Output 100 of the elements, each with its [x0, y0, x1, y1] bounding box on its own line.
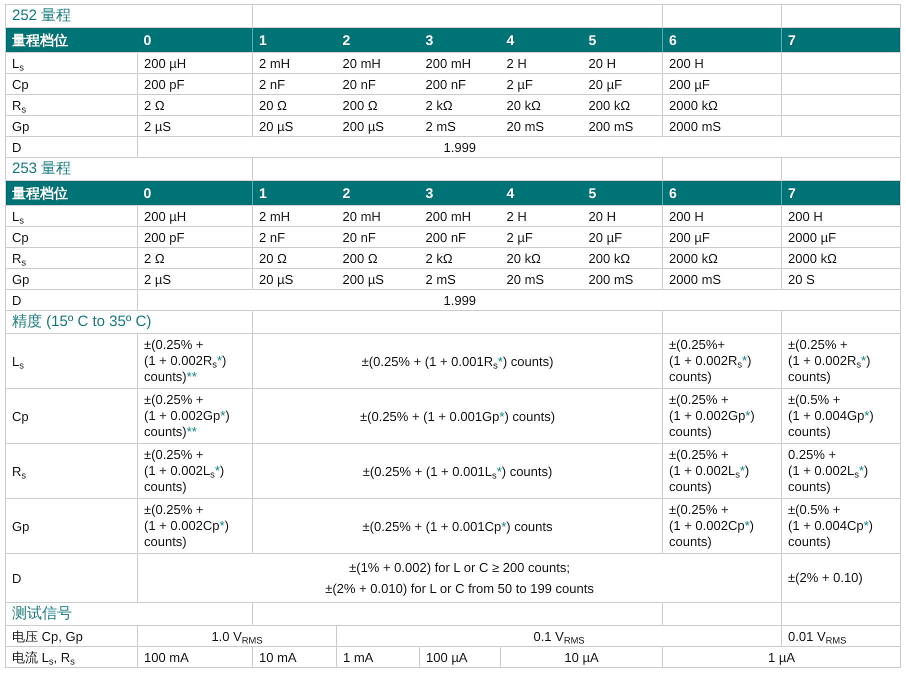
- table-cell: 10 µA: [500, 646, 663, 668]
- column-header: 3: [420, 28, 501, 52]
- table-cell: 1.999: [138, 136, 782, 158]
- table-cell: 0.01 V$_{RMS}$: [782, 626, 901, 646]
- table-cell: ±(0.25% + (1 + 0.002L$_{s}$*) counts): [138, 444, 253, 498]
- row-header: Gp: [6, 268, 138, 290]
- row-header: Gp: [6, 116, 138, 136]
- table-cell: 200 pF: [138, 74, 253, 94]
- table-cell: 0.1 V$_{RMS}$: [336, 626, 782, 646]
- table-cell: 2000 kΩ: [662, 248, 782, 268]
- table-cell: ±(0.25% + (1 + 0.001L$_{s}$*) counts): [252, 444, 663, 498]
- section-title: 测试信号: [6, 602, 253, 626]
- table-cell: 10 mA: [252, 646, 337, 668]
- table-cell: 1 µA: [662, 646, 901, 668]
- table-cell: 2 mH: [252, 52, 337, 74]
- table-cell: 2 mH: [252, 206, 337, 226]
- table-cell: 200 mH: [420, 206, 501, 226]
- table-cell: 2000 µF: [782, 226, 901, 248]
- table-cell: 20 mS: [500, 268, 583, 290]
- table-cell: 2 µS: [138, 116, 253, 136]
- table-cell: 20 mH: [336, 52, 420, 74]
- column-header: 6: [662, 180, 782, 206]
- table-cell: ±(0.25% + (1 + 0.002Cp*) counts): [662, 498, 782, 554]
- table-cell: ±(0.25% + (1 + 0.002Gp*) counts)**: [138, 388, 253, 444]
- table-cell: 200 mS: [582, 268, 663, 290]
- column-header: 7: [782, 180, 901, 206]
- row-header: Cp: [6, 226, 138, 248]
- table-cell: 20 mS: [500, 116, 583, 136]
- table-cell: 20 S: [782, 268, 901, 290]
- column-header: 4: [500, 28, 583, 52]
- table-cell: 20 mH: [336, 206, 420, 226]
- table-cell: 2 µF: [500, 74, 583, 94]
- column-header: 量程档位: [6, 180, 138, 206]
- column-header: 5: [582, 180, 663, 206]
- table-cell: 1.999: [138, 290, 782, 310]
- table-cell: 1.0 V$_{RMS}$: [138, 626, 337, 646]
- table-cell: 20 Ω: [252, 94, 337, 116]
- table-cell: 20 nF: [336, 74, 420, 94]
- table-cell: ±(0.25%+ (1 + 0.002R$_{s}$*) counts): [662, 334, 782, 388]
- table-cell: 2 µF: [500, 226, 583, 248]
- table-cell: 20 Ω: [252, 248, 337, 268]
- table-cell: ±(0.5% + (1 + 0.004Cp*) counts): [782, 498, 901, 554]
- table-cell: 20 µS: [252, 116, 337, 136]
- table-cell: 2 mS: [420, 116, 501, 136]
- column-header: 0: [138, 180, 253, 206]
- table-cell: ±(0.25% + (1 + 0.001Gp*) counts): [252, 388, 663, 444]
- row-header: 电流 L$_{s}$, R$_{s}$: [6, 646, 138, 668]
- column-header: 3: [420, 180, 501, 206]
- row-header: D: [6, 136, 138, 158]
- table-cell: 200 nF: [420, 74, 501, 94]
- table-cell: 200 µH: [138, 52, 253, 74]
- table-cell: ±(0.25% + (1 + 0.002Gp*) counts): [662, 388, 782, 444]
- row-header: R$_{s}$: [6, 444, 138, 498]
- table-cell: ±(1% + 0.002) for L or C ≥ 200 counts; ±(2% + 0.010) for L or C from 50 to 199 counts: [138, 554, 782, 602]
- table-cell: 100 mA: [138, 646, 253, 668]
- table-cell: 200 H: [662, 206, 782, 226]
- row-header: Cp: [6, 388, 138, 444]
- column-header: 0: [138, 28, 253, 52]
- table-cell: 20 µS: [252, 268, 337, 290]
- table-cell: 2000 mS: [662, 268, 782, 290]
- column-header: 2: [336, 180, 420, 206]
- column-header: 5: [582, 28, 663, 52]
- row-header: D: [6, 290, 138, 310]
- row-header: L$_{s}$: [6, 334, 138, 388]
- column-header: 1: [252, 180, 337, 206]
- table-cell: 20 µF: [582, 74, 663, 94]
- table-cell: 2 nF: [252, 226, 337, 248]
- column-header: 7: [782, 28, 901, 52]
- table-cell: 2 Ω: [138, 248, 253, 268]
- row-header: Cp: [6, 74, 138, 94]
- table-cell: 2 kΩ: [420, 94, 501, 116]
- row-header: Gp: [6, 498, 138, 554]
- table-cell: 200 H: [782, 206, 901, 226]
- table-cell: 20 µF: [582, 226, 663, 248]
- table-cell: 200 mS: [582, 116, 663, 136]
- table-cell: 200 Ω: [336, 248, 420, 268]
- table-cell: 0.25% + (1 + 0.002L$_{s}$*) counts): [782, 444, 901, 498]
- table-cell: 200 Ω: [336, 94, 420, 116]
- column-header: 6: [662, 28, 782, 52]
- row-header: R$_{s}$: [6, 248, 138, 268]
- table-cell: ±(0.25% + (1 + 0.001Cp*) counts: [252, 498, 663, 554]
- table-cell: 2 µS: [138, 268, 253, 290]
- table-cell: ±(0.25% + (1 + 0.002Cp*) counts): [138, 498, 253, 554]
- section-title: 精度 (15º C to 35º C): [6, 310, 253, 334]
- table-cell: 2 nF: [252, 74, 337, 94]
- table-cell: 20 kΩ: [500, 248, 583, 268]
- table-cell: 2 mS: [420, 268, 501, 290]
- column-header: 1: [252, 28, 337, 52]
- row-header: R$_{s}$: [6, 94, 138, 116]
- table-cell: 200 µH: [138, 206, 253, 226]
- row-header: D: [6, 554, 138, 602]
- table-cell: 20 kΩ: [500, 94, 583, 116]
- table-cell: 200 µS: [336, 268, 420, 290]
- table-cell: 2 kΩ: [420, 248, 501, 268]
- table-cell: 2000 kΩ: [782, 248, 901, 268]
- table-cell: 2000 mS: [662, 116, 782, 136]
- table-cell: 20 H: [582, 52, 663, 74]
- table-cell: ±(0.25% + (1 + 0.001R$_{s}$*) counts): [252, 334, 663, 388]
- table-cell: 200 mH: [420, 52, 501, 74]
- table-cell: 2000 kΩ: [662, 94, 782, 116]
